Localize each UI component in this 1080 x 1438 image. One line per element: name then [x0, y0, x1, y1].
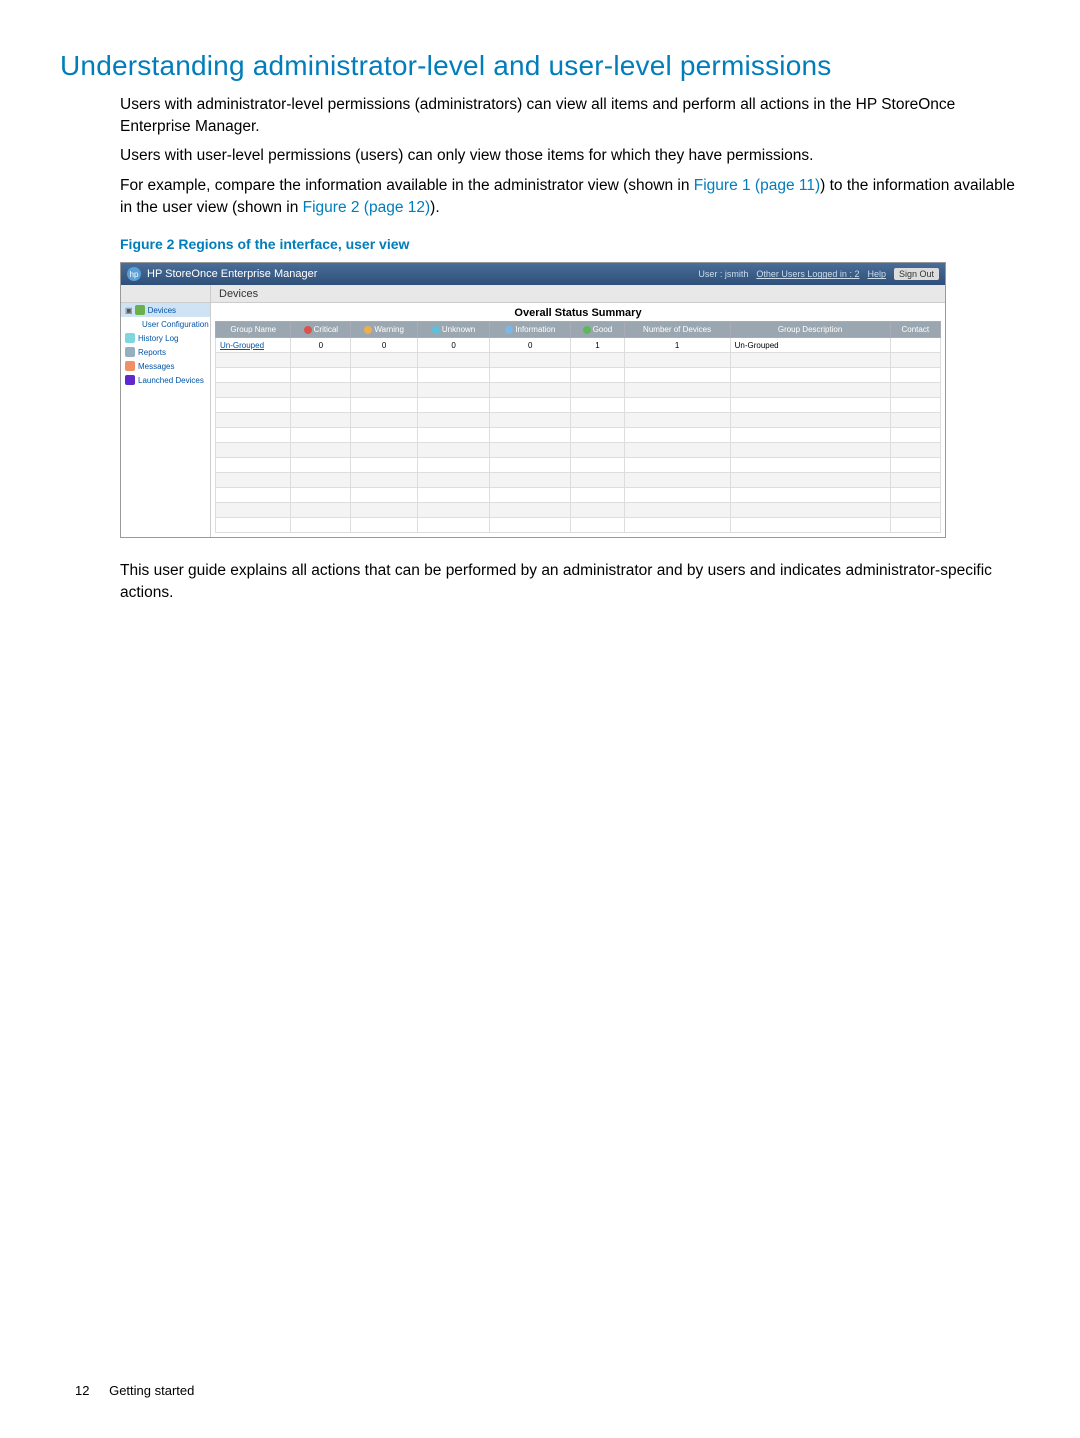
user-label: User : jsmith — [698, 269, 748, 279]
col-information-label: Information — [515, 325, 555, 334]
table-row — [216, 488, 941, 503]
good-icon — [583, 326, 591, 334]
reports-icon — [125, 347, 135, 357]
table-row — [216, 428, 941, 443]
footer-section: Getting started — [109, 1383, 194, 1398]
col-warning-label: Warning — [374, 325, 404, 334]
messages-icon — [125, 361, 135, 371]
sidebar-item-reports[interactable]: Reports — [121, 345, 210, 359]
table-row[interactable]: Un-Grouped 0 0 0 0 1 1 Un-Grouped — [216, 338, 941, 353]
warning-icon — [364, 326, 372, 334]
sidebar-item-label: Messages — [138, 362, 174, 371]
sidebar-item-label: User Configuration — [142, 320, 209, 329]
paragraph-1: Users with administrator-level permissio… — [120, 94, 1020, 137]
figure-1-link[interactable]: Figure 1 (page 11) — [694, 177, 820, 194]
status-summary-table: Group Name Critical Warning Unknown Info… — [215, 321, 941, 533]
paragraph-3: For example, compare the information ava… — [120, 175, 1020, 218]
table-row — [216, 473, 941, 488]
cell-group-desc: Un-Grouped — [730, 338, 890, 353]
table-row — [216, 458, 941, 473]
paragraph-2: Users with user-level permissions (users… — [120, 145, 1020, 167]
other-users-link[interactable]: Other Users Logged in : 2 — [756, 269, 859, 279]
sidebar: ▣ Devices User Configuration History Log… — [121, 285, 211, 537]
cell-group-name[interactable]: Un-Grouped — [216, 338, 291, 353]
table-row — [216, 443, 941, 458]
collapse-icon[interactable]: ▣ — [125, 306, 133, 315]
hp-logo-icon: hp — [127, 267, 141, 281]
cell-warning: 0 — [351, 338, 418, 353]
cell-num-devices: 1 — [624, 338, 730, 353]
table-row — [216, 353, 941, 368]
col-group-name[interactable]: Group Name — [216, 322, 291, 338]
col-critical[interactable]: Critical — [291, 322, 351, 338]
cell-contact — [890, 338, 940, 353]
breadcrumb: Devices — [211, 285, 945, 303]
col-num-devices[interactable]: Number of Devices — [624, 322, 730, 338]
col-group-desc[interactable]: Group Description — [730, 322, 890, 338]
app-screenshot: hp HP StoreOnce Enterprise Manager User … — [120, 262, 946, 538]
help-link[interactable]: Help — [867, 269, 886, 279]
figure-caption: Figure 2 Regions of the interface, user … — [120, 236, 1020, 252]
critical-icon — [304, 326, 312, 334]
table-row — [216, 503, 941, 518]
sidebar-header-spacer — [121, 285, 210, 303]
sidebar-item-devices[interactable]: ▣ Devices — [121, 303, 210, 317]
col-critical-label: Critical — [314, 325, 338, 334]
sign-out-button[interactable]: Sign Out — [894, 268, 939, 280]
cell-good: 1 — [571, 338, 624, 353]
page-number: 12 — [75, 1383, 89, 1398]
app-title: HP StoreOnce Enterprise Manager — [147, 268, 317, 280]
sidebar-item-label: History Log — [138, 334, 178, 343]
launched-devices-icon — [125, 375, 135, 385]
table-row — [216, 383, 941, 398]
table-row — [216, 368, 941, 383]
col-good-label: Good — [593, 325, 613, 334]
information-icon — [505, 326, 513, 334]
col-information[interactable]: Information — [490, 322, 571, 338]
sidebar-item-history-log[interactable]: History Log — [121, 331, 210, 345]
sidebar-item-label: Devices — [148, 306, 176, 315]
sidebar-item-user-config[interactable]: User Configuration — [121, 317, 210, 331]
unknown-icon — [432, 326, 440, 334]
sidebar-item-launched-devices[interactable]: Launched Devices — [121, 373, 210, 387]
table-row — [216, 398, 941, 413]
page-footer: 12 Getting started — [75, 1383, 194, 1398]
col-contact[interactable]: Contact — [890, 322, 940, 338]
history-log-icon — [125, 333, 135, 343]
col-good[interactable]: Good — [571, 322, 624, 338]
page-heading: Understanding administrator-level and us… — [60, 50, 1020, 82]
app-titlebar: hp HP StoreOnce Enterprise Manager User … — [121, 263, 945, 285]
sidebar-item-messages[interactable]: Messages — [121, 359, 210, 373]
cell-information: 0 — [490, 338, 571, 353]
cell-critical: 0 — [291, 338, 351, 353]
para3-text-c: ). — [430, 199, 439, 216]
para3-text-a: For example, compare the information ava… — [120, 177, 694, 194]
col-unknown-label: Unknown — [442, 325, 475, 334]
figure-2-link[interactable]: Figure 2 (page 12) — [303, 199, 431, 216]
sidebar-item-label: Launched Devices — [138, 376, 204, 385]
sidebar-item-label: Reports — [138, 348, 166, 357]
table-row — [216, 413, 941, 428]
devices-icon — [135, 305, 145, 315]
cell-unknown: 0 — [418, 338, 490, 353]
paragraph-4: This user guide explains all actions tha… — [120, 560, 1020, 603]
col-warning[interactable]: Warning — [351, 322, 418, 338]
summary-title: Overall Status Summary — [211, 303, 945, 321]
table-row — [216, 518, 941, 533]
col-unknown[interactable]: Unknown — [418, 322, 490, 338]
